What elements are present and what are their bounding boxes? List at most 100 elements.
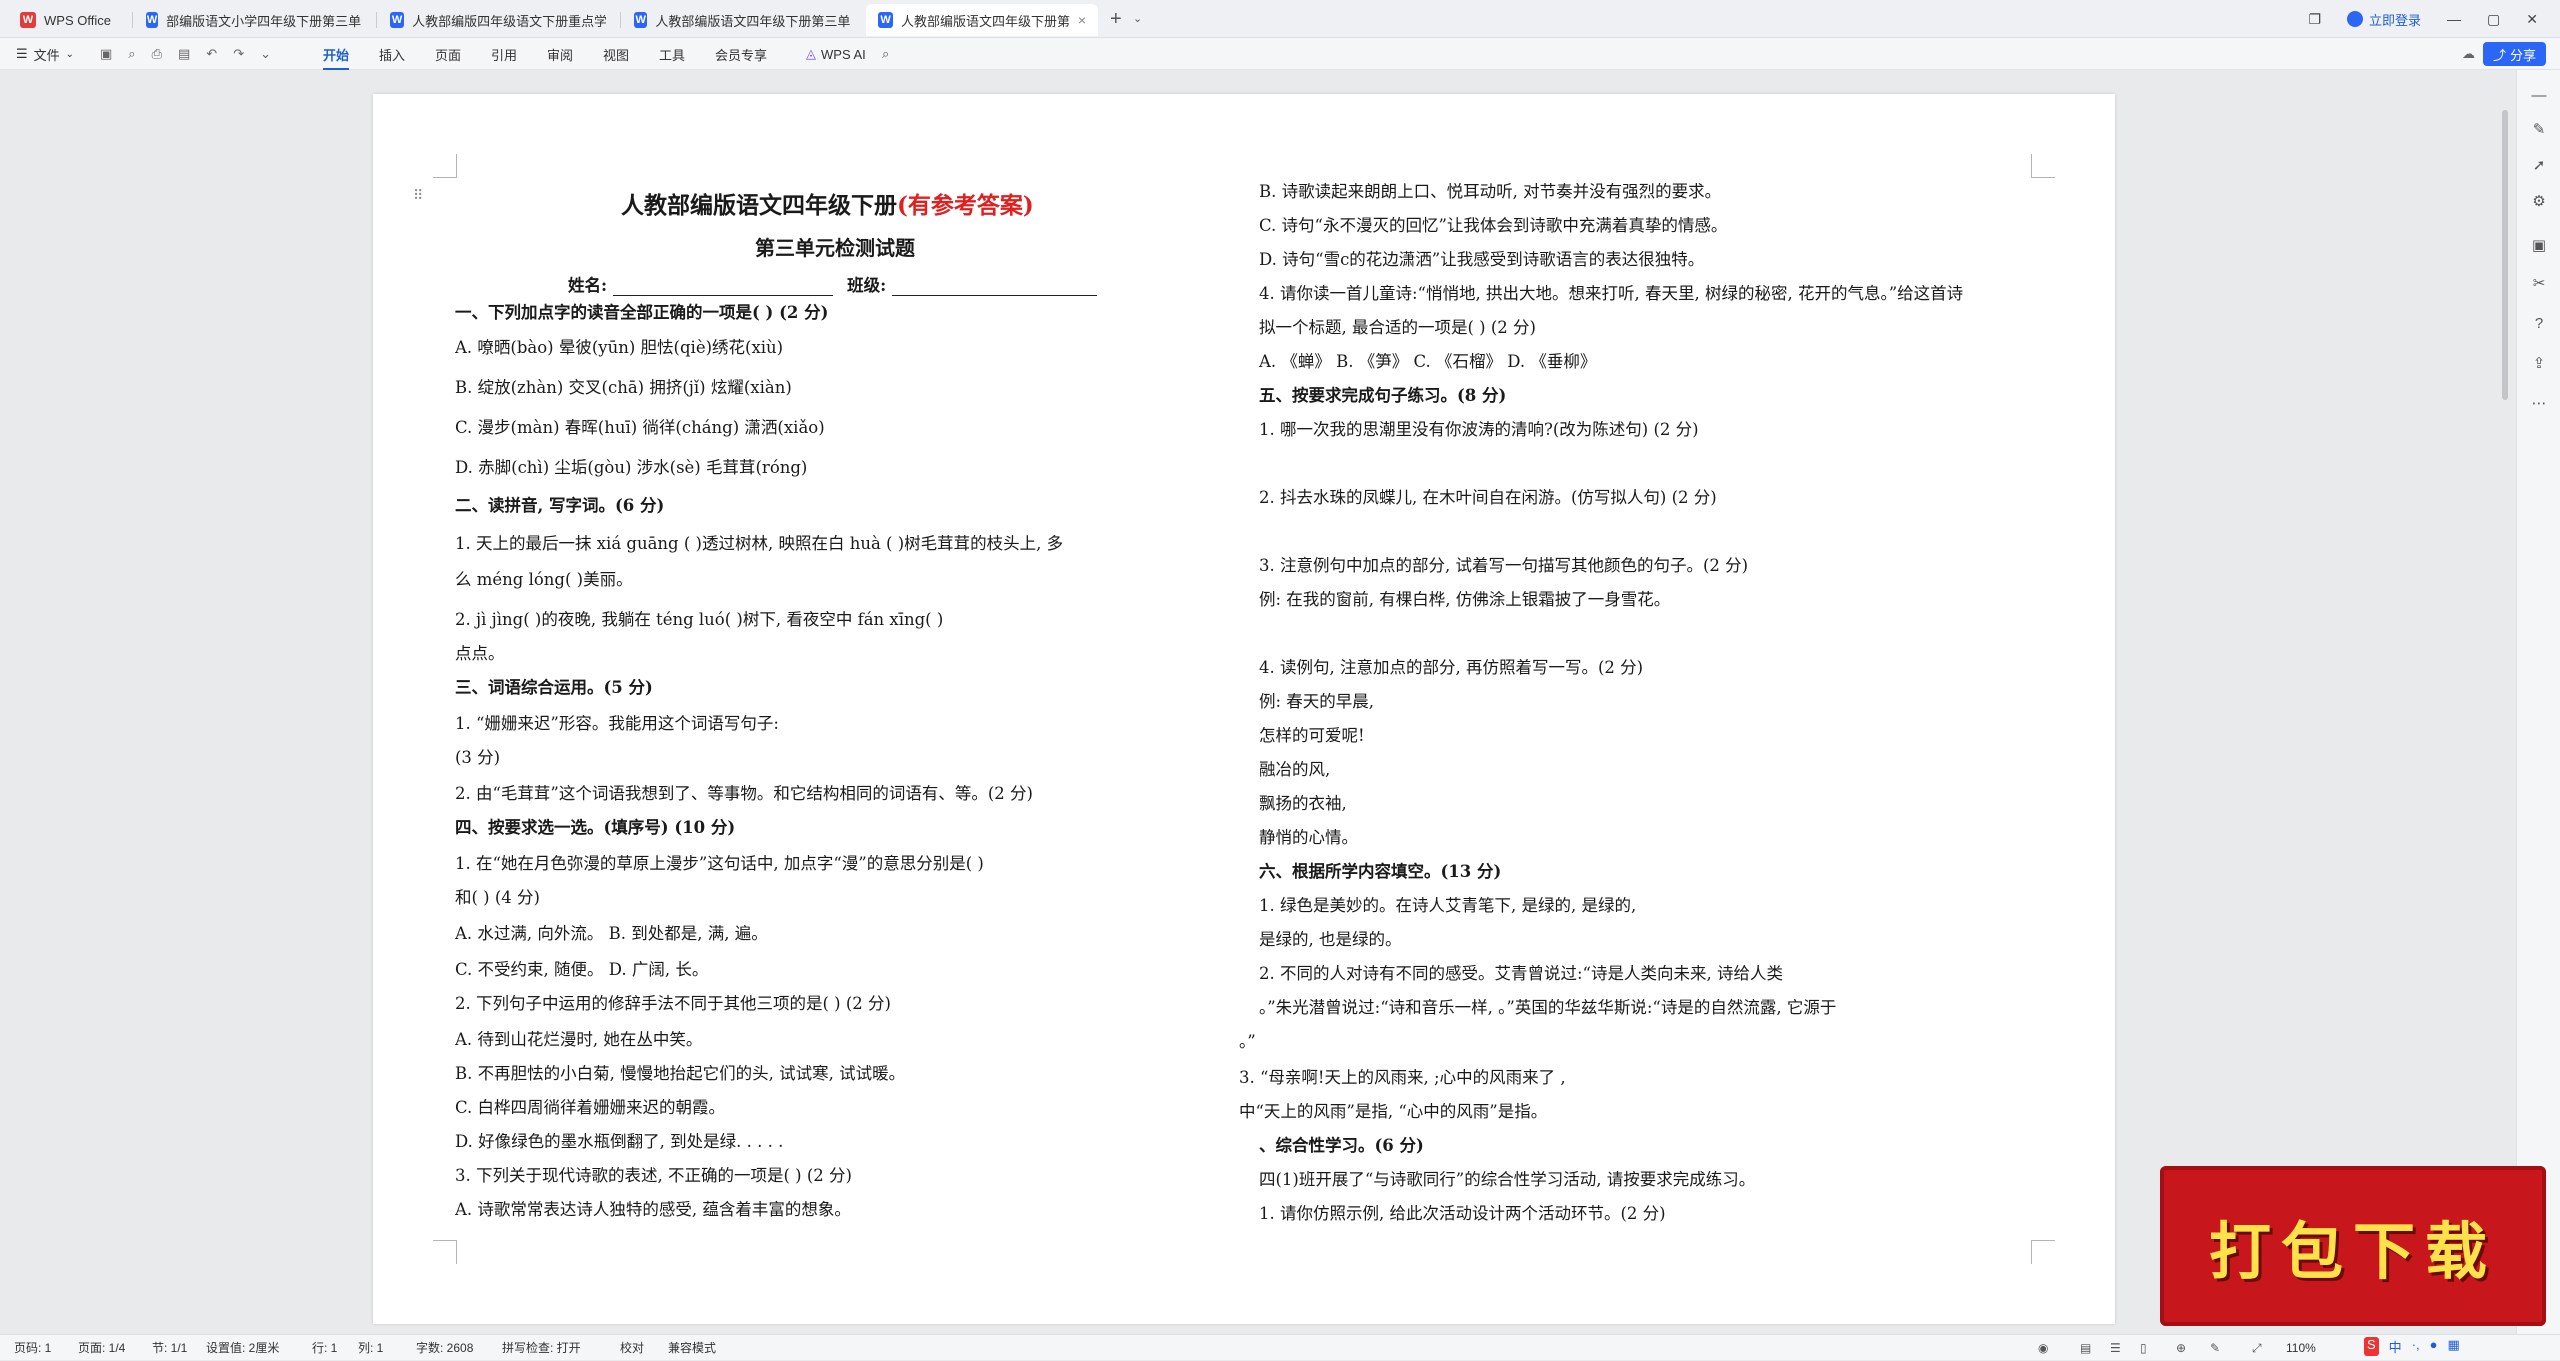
writer-doc-icon: W xyxy=(146,12,159,28)
more-chevron-icon[interactable]: ⌄ xyxy=(260,46,271,62)
share-button[interactable]: ⤴ 分享 xyxy=(2482,42,2546,66)
read-mode-icon[interactable]: ▯ xyxy=(2140,1335,2147,1361)
share-icon: ⤴ xyxy=(2492,47,2506,63)
class-blank[interactable] xyxy=(892,280,1098,296)
tab-bar: W WPS Office W 部编版语文小学四年级下册第三单元测试卷... W 人教部… xyxy=(0,0,2560,38)
question-line: 拟一个标题, 最合适的一项是( ) (2 分) xyxy=(1259,318,1536,337)
question-line: 例: 在我的窗前, 有棵白桦, 仿佛涂上银霜披了一身雪花。 xyxy=(1259,590,1671,609)
select-cursor-icon[interactable]: ➚ xyxy=(2529,156,2549,176)
status-pages[interactable]: 页面: 1/4 xyxy=(78,1335,125,1361)
question-line: 么 méng lóng( )美丽。 xyxy=(455,570,633,589)
ribbon-tab-page[interactable]: 页面 xyxy=(435,38,461,70)
help-icon[interactable]: ? xyxy=(2529,314,2549,334)
tab-wps-home[interactable]: W WPS Office xyxy=(8,4,130,36)
redo-icon[interactable]: ↷ xyxy=(233,46,244,62)
tab-document[interactable]: W 部编版语文小学四年级下册第三单元测试卷... xyxy=(134,4,374,36)
ribbon-tab-view[interactable]: 视图 xyxy=(603,38,629,70)
question-line: 2. 不同的人对诗有不同的感受。艾青曾说过:“诗是人类向未来, 诗给人类 xyxy=(1259,964,1783,983)
tab-document[interactable]: W 人教部编版四年级语文下册重点学校... xyxy=(378,4,618,36)
print-icon[interactable]: ⎙ xyxy=(152,46,162,62)
wps-ai-button[interactable]: ◬ WPS AI xyxy=(806,38,866,70)
cloud-icon[interactable]: ☁ xyxy=(2462,38,2475,70)
question-line: B. 不再胆怯的小白菊, 慢慢地抬起它们的头, 试试寒, 试试暖。 xyxy=(455,1064,906,1083)
login-button[interactable]: 立即登录 xyxy=(2347,10,2421,29)
question-line: 3. “母亲啊!天上的风雨来, ;心中的风雨来了 , xyxy=(1239,1068,1566,1087)
name-class-line: 姓名: 班级: xyxy=(568,272,1098,296)
vertical-scrollbar[interactable] xyxy=(2502,110,2508,400)
share-link-icon[interactable]: ⇪ xyxy=(2529,354,2549,374)
status-section[interactable]: 节: 1/1 xyxy=(152,1335,187,1361)
undo-icon[interactable]: ↶ xyxy=(206,46,217,62)
question-line: D. 诗句“雪с的花边潇洒”让我感受到诗歌语言的表达很独特。 xyxy=(1259,250,1705,269)
ribbon-tab-home[interactable]: 开始 xyxy=(323,38,350,70)
image-icon[interactable]: ▣ xyxy=(2529,236,2549,256)
restore-layout-icon[interactable]: ❐ xyxy=(2308,11,2321,28)
question-line: 静悄的心情。 xyxy=(1259,828,1358,847)
pen-icon[interactable]: ✎ xyxy=(2210,1335,2220,1361)
status-col: 列: 1 xyxy=(358,1341,384,1355)
sogou-icon: S xyxy=(2364,1337,2379,1356)
search-icon[interactable]: ⌕ xyxy=(882,38,889,70)
ribbon-tab-member[interactable]: 会员专享 xyxy=(715,38,767,70)
tab-label: 人教部编版语文四年级下册第... xyxy=(901,13,1070,29)
question-line: A. 嘹晒(bào) 晕彼(yūn) 胆怯(qiè)绣花(xiù) xyxy=(455,338,784,357)
outline-icon[interactable]: ☰ xyxy=(2110,1335,2121,1361)
question-line: 2. 由“毛茸茸”这个词语我想到了、等事物。和它结构相同的词语有、等。(2 分) xyxy=(455,784,1033,803)
download-banner[interactable]: 打包下载 xyxy=(2160,1166,2546,1326)
page-view-icon[interactable]: ▤ xyxy=(2080,1335,2091,1361)
maximize-icon[interactable]: ▢ xyxy=(2487,11,2500,28)
tools-icon[interactable]: ✂ xyxy=(2529,274,2549,294)
question-line: A. 《蝉》 B. 《笋》 C. 《石榴》 D. 《垂柳》 xyxy=(1259,352,1597,371)
status-setting[interactable]: 设置值: 2厘米 xyxy=(206,1335,279,1361)
status-proof[interactable]: 校对 xyxy=(620,1335,644,1361)
ribbon-tab-tools[interactable]: 工具 xyxy=(659,38,685,70)
search-doc-icon[interactable]: ⌕ xyxy=(128,46,135,62)
question-line: 。” xyxy=(1239,1032,1256,1051)
tab-label: WPS Office xyxy=(44,12,111,28)
menu-icon: ☰ xyxy=(16,46,28,61)
tab-document[interactable]: W 人教部编版语文四年级下册第三单元检... xyxy=(622,4,862,36)
ime-toolbar[interactable]: S 中 ·, ● ▦ xyxy=(2364,1337,2460,1356)
web-view-icon[interactable]: ⊕ xyxy=(2176,1335,2186,1361)
question-line: C. 白桦四周徜徉着姗姗来迟的朝霞。 xyxy=(455,1098,726,1117)
question-line: 点点。 xyxy=(455,644,505,663)
question-line: 是绿的, 也是绿的。 xyxy=(1259,930,1402,949)
question-line: 和( ) (4 分) xyxy=(455,888,540,907)
writer-doc-icon: W xyxy=(634,12,648,28)
question-line: 飘扬的衣袖, xyxy=(1259,794,1347,813)
ribbon-toolbar: ☰ 文件 ⌄ ▣ ⌕ ⎙ ▤ ↶ ↷ ⌄ 开始 插入 页面 引用 审阅 视图 工具 … xyxy=(0,38,2560,70)
status-spell-check[interactable]: 拼写检查: 打开 xyxy=(502,1335,581,1361)
ribbon-tab-reference[interactable]: 引用 xyxy=(491,38,517,70)
edit-pen-icon[interactable]: ✎ xyxy=(2529,120,2549,140)
question-line: 2. jì jìng( )的夜晚, 我躺在 téng luó( )树下, 看夜空… xyxy=(455,610,944,629)
ribbon-tab-review[interactable]: 审阅 xyxy=(547,38,573,70)
tab-list-chevron-icon[interactable]: ⌄ xyxy=(1133,12,1142,25)
fit-icon[interactable]: ⤢ xyxy=(2252,1335,2262,1361)
question-line: 1. 请你仿照示例, 给此次活动设计两个活动环节。(2 分) xyxy=(1259,1204,1666,1223)
file-menu[interactable]: ☰ 文件 ⌄ xyxy=(16,38,74,70)
status-word-count[interactable]: 字数: 2608 xyxy=(416,1335,473,1361)
eye-protect-icon[interactable]: ◉ xyxy=(2038,1335,2048,1361)
print-preview-icon[interactable]: ▤ xyxy=(178,46,190,62)
zoom-level[interactable]: 110% xyxy=(2286,1335,2316,1361)
question-line: 3. 下列关于现代诗歌的表述, 不正确的一项是( ) (2 分) xyxy=(455,1166,852,1185)
page-corner-mark xyxy=(433,154,457,178)
close-window-icon[interactable]: ✕ xyxy=(2526,11,2538,28)
ribbon-tab-insert[interactable]: 插入 xyxy=(379,38,405,70)
question-line: 4. 读例句, 注意加点的部分, 再仿照着写一写。(2 分) xyxy=(1259,658,1644,677)
tab-document-active[interactable]: W 人教部编版语文四年级下册第... × xyxy=(866,4,1098,36)
question-line: 2. 下列句子中运用的修辞手法不同于其他三项的是( ) (2 分) xyxy=(455,994,891,1013)
save-icon[interactable]: ▣ xyxy=(100,46,112,62)
style-icon[interactable]: ⚙ xyxy=(2529,192,2549,212)
drag-handle-icon[interactable]: ⠿ xyxy=(413,188,423,204)
name-blank[interactable] xyxy=(613,280,834,296)
section-heading: 六、根据所学内容填空。(13 分) xyxy=(1259,862,1502,881)
collapse-icon[interactable]: — xyxy=(2529,86,2549,106)
status-page[interactable]: 页码: 1 xyxy=(14,1335,51,1361)
close-tab-icon[interactable]: × xyxy=(1078,12,1086,28)
document-page[interactable]: ⠿ 人教部编版语文四年级下册(有参考答案) 第三单元检测试题 姓名: 班级: 一、… xyxy=(373,94,2115,1324)
new-tab-icon[interactable]: + xyxy=(1110,8,1122,31)
quick-access: ▣ ⌕ ⎙ ▤ ↶ ↷ ⌄ xyxy=(100,38,271,70)
more-icon[interactable]: ⋯ xyxy=(2529,394,2549,414)
minimize-icon[interactable]: — xyxy=(2447,11,2461,27)
